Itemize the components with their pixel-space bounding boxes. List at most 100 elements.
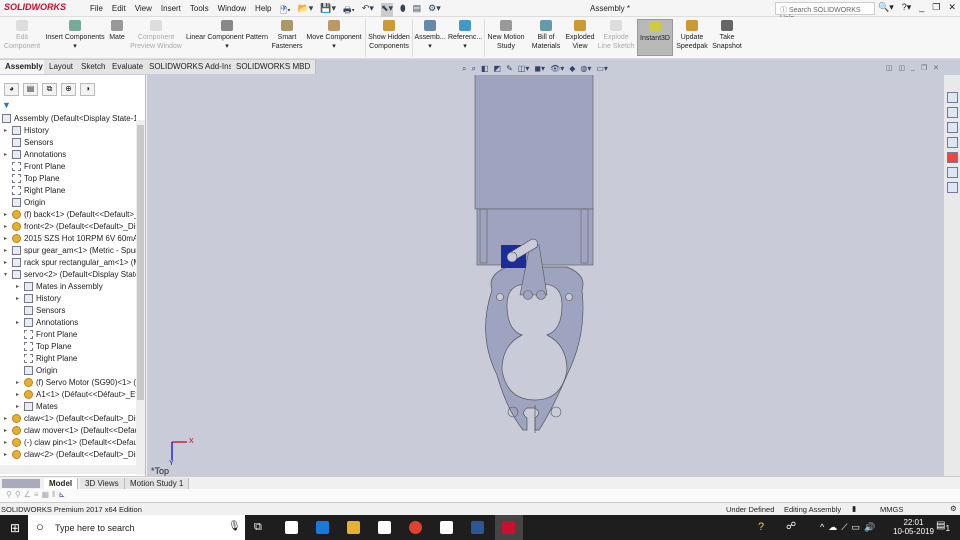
expand-arrow-icon[interactable]: ▸ [4,221,10,233]
take-snapshot-button[interactable]: Take Snapshot [710,20,744,51]
tree-item[interactable]: ▾ servo<2> (Default<Display State- [0,269,136,281]
people-icon[interactable]: ☍ [786,521,796,532]
expand-arrow-icon[interactable]: ▸ [4,437,10,449]
tree-item[interactable]: ▸ Annotations [0,149,136,161]
tree-item[interactable]: ▸ rack spur rectangular_am<1> (Me [0,257,136,269]
expand-arrow-icon[interactable]: ▾ [4,269,10,281]
tab-assembly[interactable]: Assembly [0,60,49,74]
graphics-area[interactable]: ⌕ ⌕ ◧ ◩ ✎ ◫▾ ◼▾ 👁▾ ◆ ◍▾ ▭▾ X Y *Top ◫ ◫ _ ❐ ✕ [147,64,943,476]
tree-item[interactable]: ▸ claw<1> (Default<<Default>_Dis [0,413,136,425]
update-speedpak-button[interactable]: Update Speedpak [675,20,709,51]
linear-component-pattern-button[interactable]: Linear Component Pattern ▾ [184,20,270,51]
view-orientation-icon[interactable]: ◫▾ [518,64,530,74]
tree-item[interactable]: ▸ (-) claw pin<1> (Default<<Defau [0,437,136,449]
custom-properties-icon[interactable] [947,167,958,178]
claw-model[interactable] [147,75,943,476]
section-view-icon[interactable]: ◩ [494,64,502,74]
appearances-icon[interactable] [947,152,958,163]
viewport-close[interactable]: ✕ [933,64,939,72]
tab-evaluate[interactable]: Evaluate [107,60,150,74]
sketch-tools-icons[interactable]: ⚲⚲∠≡▦⫴⊾ [6,490,68,500]
tree-horizontal-scrollbar[interactable] [0,465,136,474]
word-icon[interactable] [471,521,484,534]
expand-arrow-icon[interactable]: ▸ [16,401,22,413]
zoom-area-icon[interactable]: ⌕ [471,64,475,74]
dimxpert-tab-icon[interactable]: ⊕ [61,83,76,96]
tree-item[interactable]: Assembly (Default<Display State-1> [0,113,136,125]
scene-icon[interactable]: ◍▾ [580,64,591,74]
menu-view[interactable]: View [135,4,152,13]
expand-arrow-icon[interactable]: ▸ [4,125,10,137]
expand-arrow-icon[interactable]: ▸ [16,281,22,293]
help-taskbar-icon[interactable]: ? [758,521,764,533]
menu-help[interactable]: Help [255,4,271,13]
hide-show-icon[interactable]: 👁▾ [550,64,564,74]
search-icon[interactable]: 🔍▾ [878,2,894,13]
clock[interactable]: 22:01 10-05-2019 [893,518,934,536]
solidworks-logo[interactable]: SOLIDWORKS [4,2,76,16]
restore-button[interactable]: ❐ [932,2,940,13]
tree-scroll-thumb[interactable] [137,125,144,400]
menu-window[interactable]: Window [218,4,246,13]
view-settings-icon[interactable]: ▭▾ [596,64,608,74]
close-button[interactable]: ✕ [948,2,956,13]
appearance-icon[interactable]: ◆ [569,64,575,74]
tree-item[interactable]: Right Plane [0,185,136,197]
tree-item[interactable]: ▸ Annotations [0,317,136,329]
tab-scroll-arrows[interactable] [2,479,40,488]
menu-edit[interactable]: Edit [112,4,126,13]
tree-item[interactable]: ▸ History [0,125,136,137]
viewport-restore[interactable]: ❐ [921,64,927,72]
minimize-button[interactable]: _ [919,2,924,13]
tree-item[interactable]: Right Plane [0,353,136,365]
expand-arrow-icon[interactable]: ▸ [16,377,22,389]
assembly-features-button[interactable]: Assemb... ▾ [414,20,446,51]
filter-icon[interactable]: ▼ [2,100,11,110]
tree-item[interactable]: ▸ claw mover<1> (Default<<Defau [0,425,136,437]
tab-mbd[interactable]: SOLIDWORKS MBD [231,60,317,74]
expand-arrow-icon[interactable]: ▸ [4,233,10,245]
tree-item[interactable]: ▸ A1<1> (Défaut<<Défaut>_Eta [0,389,136,401]
tile-left-icon[interactable]: ◫ [886,64,893,72]
instant3d-button[interactable]: Instant3D [637,19,673,56]
store-icon[interactable] [285,521,298,534]
tree-item[interactable]: ▸ 2015 SZS Hot 10RPM 6V 60mA 3m [0,233,136,245]
menu-insert[interactable]: Insert [161,4,181,13]
tree-item[interactable]: Top Plane [0,173,136,185]
expand-arrow-icon[interactable]: ▸ [16,317,22,329]
tree-item[interactable]: ▸ (f) back<1> (Default<<Default>_Dis [0,209,136,221]
home-icon[interactable] [947,92,958,103]
action-center-icon[interactable]: ▤1 [936,520,950,533]
tree-item[interactable]: Origin [0,197,136,209]
edge-icon[interactable] [316,521,329,534]
photos-icon[interactable] [440,521,453,534]
units-selector[interactable]: MMGS [880,505,903,514]
tab-addins[interactable]: SOLIDWORKS Add-Ins [144,60,239,74]
file-explorer-taskbar-icon[interactable] [347,521,360,534]
dynamic-annotation-icon[interactable]: ✎ [506,64,513,74]
explode-line-sketch-button[interactable]: Explode Line Sketch [597,20,635,51]
menu-tools[interactable]: Tools [190,4,209,13]
solidworks-taskbar-button[interactable] [495,515,523,540]
mate-button[interactable]: Mate [106,20,128,42]
expand-arrow-icon[interactable]: ▸ [4,425,10,437]
system-tray-icons[interactable]: ^☁⟋▭🔊 [820,522,879,533]
menu-file[interactable]: File [90,4,103,13]
reference-geometry-button[interactable]: Referenc... ▾ [448,20,482,51]
edit-component-button[interactable]: Edit Component [2,20,42,51]
expand-arrow-icon[interactable]: ▸ [4,245,10,257]
tree-item[interactable]: ▸ History [0,293,136,305]
tree-item[interactable]: Sensors [0,305,136,317]
task-view-icon[interactable]: ⧉ [254,521,262,534]
tree-item[interactable]: Sensors [0,137,136,149]
exploded-view-button[interactable]: Exploded View [564,20,596,51]
display-style-icon[interactable]: ◼▾ [534,64,545,74]
help-search-input[interactable]: ⓘ Search SOLIDWORKS Help [775,2,875,22]
insert-components-button[interactable]: Insert Components ▾ [44,20,106,51]
chrome-icon[interactable] [409,521,422,534]
customize-icon[interactable]: ⚙ [950,504,957,513]
taskbar-search-box[interactable]: ○ Type here to search 🎙 [28,515,245,540]
mail-icon[interactable] [378,521,391,534]
expand-arrow-icon[interactable]: ▸ [4,449,10,461]
display-manager-tab-icon[interactable]: ◑ [80,83,95,96]
